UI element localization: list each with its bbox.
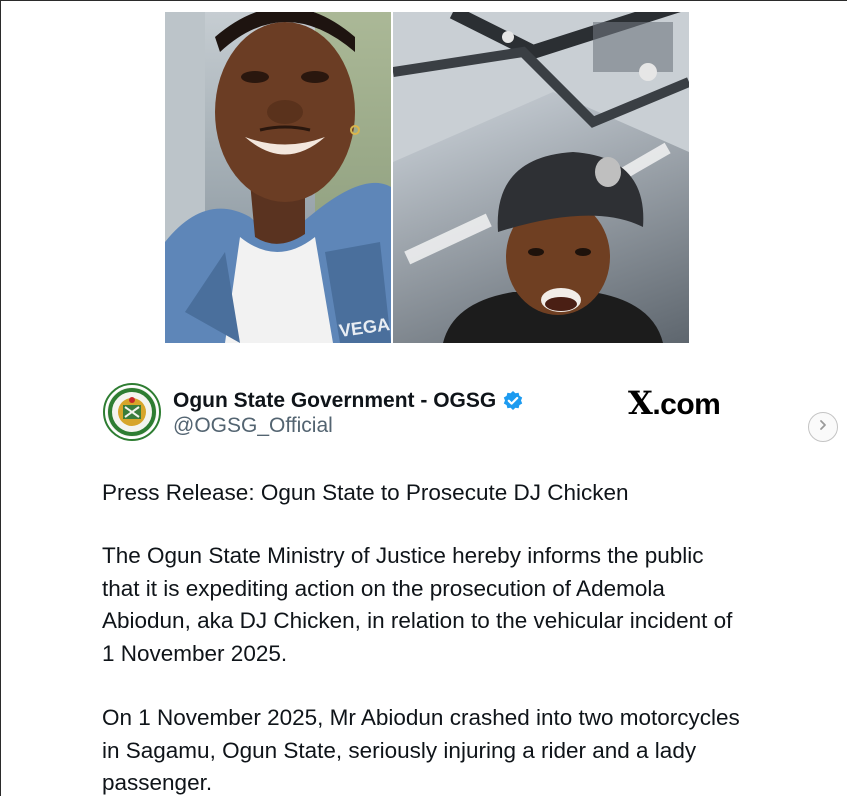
post-headline-text: Press Release: Ogun State to Prosecute D… — [102, 480, 629, 505]
x-com-brand: X.com — [628, 384, 721, 422]
verified-badge-icon — [502, 390, 524, 412]
account-avatar[interactable] — [103, 383, 161, 441]
x-logo-letter: X — [628, 384, 653, 422]
post-paragraph-2: On 1 November 2025, Mr Abiodun crashed i… — [102, 702, 742, 800]
account-handle[interactable]: @OGSG_Official — [173, 414, 333, 438]
frame-top-border — [0, 0, 847, 1]
account-name-text: Ogun State Government - OGSG — [173, 389, 497, 412]
photo-right[interactable] — [393, 12, 689, 343]
frame-left-border — [0, 0, 1, 796]
post-paragraph-2-text: On 1 November 2025, Mr Abiodun crashed i… — [102, 705, 740, 795]
brand-suffix: .com — [652, 388, 721, 421]
ogun-state-seal-icon — [107, 387, 157, 437]
photo-left-portrait: VEGA — [165, 12, 391, 343]
post-headline: Press Release: Ogun State to Prosecute D… — [102, 477, 742, 510]
photo-left[interactable]: VEGA — [165, 12, 391, 343]
photo-right-selfie — [393, 12, 689, 343]
post-paragraph-1: The Ogun State Ministry of Justice hereb… — [102, 540, 742, 670]
chevron-right-icon — [817, 418, 829, 436]
post-paragraph-1-text: The Ogun State Ministry of Justice hereb… — [102, 543, 733, 666]
account-name[interactable]: Ogun State Government - OGSG — [173, 389, 524, 413]
carousel-next-button[interactable] — [808, 412, 838, 442]
